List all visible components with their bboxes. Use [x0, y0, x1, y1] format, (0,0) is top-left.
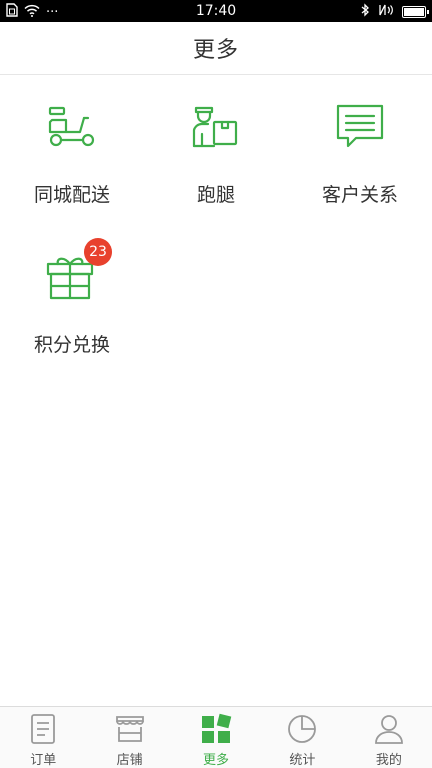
- grid-item-city-delivery[interactable]: 同城配送: [0, 76, 144, 226]
- grid-item-customer-relations[interactable]: 客户关系: [288, 76, 432, 226]
- nav-label: 更多: [203, 753, 230, 768]
- grid-item-errand[interactable]: 跑腿: [144, 76, 288, 226]
- grid-item-label: 同城配送: [33, 184, 110, 206]
- more-grid-icon: [200, 713, 232, 745]
- nav-item-mine[interactable]: 我的: [346, 707, 432, 768]
- grid-item-label: 客户关系: [321, 184, 398, 206]
- message-icon: [332, 100, 388, 156]
- bluetooth-icon: [361, 3, 370, 21]
- nav-label: 店铺: [116, 753, 143, 768]
- notification-badge: 23: [84, 238, 112, 266]
- gift-icon: 23: [44, 238, 112, 306]
- nav-item-more[interactable]: 更多: [173, 707, 259, 768]
- grid-item-label: 跑腿: [196, 184, 235, 206]
- nav-label: 订单: [30, 753, 57, 768]
- nav-label: 我的: [375, 753, 402, 768]
- nav-label: 统计: [289, 753, 316, 768]
- order-icon: [27, 713, 59, 745]
- bottom-nav: 订单 店铺 更多 统计 我的: [0, 706, 432, 768]
- shop-icon: [114, 713, 146, 745]
- status-bar: ··· 17:40: [0, 0, 432, 22]
- courier-icon: [188, 100, 244, 156]
- nav-item-shop[interactable]: 店铺: [86, 707, 172, 768]
- user-icon: [373, 713, 405, 745]
- pie-chart-icon: [286, 713, 318, 745]
- page-header: 更多: [0, 22, 432, 75]
- nav-item-orders[interactable]: 订单: [0, 707, 86, 768]
- page-title: 更多: [192, 38, 239, 63]
- status-right: [361, 3, 429, 21]
- nav-item-statistics[interactable]: 统计: [259, 707, 345, 768]
- grid-item-points-exchange[interactable]: 23 积分兑换: [0, 226, 144, 376]
- nfc-icon: [378, 4, 394, 20]
- grid-item-label: 积分兑换: [33, 334, 110, 356]
- battery-icon: [402, 6, 429, 18]
- scooter-icon: [44, 100, 100, 156]
